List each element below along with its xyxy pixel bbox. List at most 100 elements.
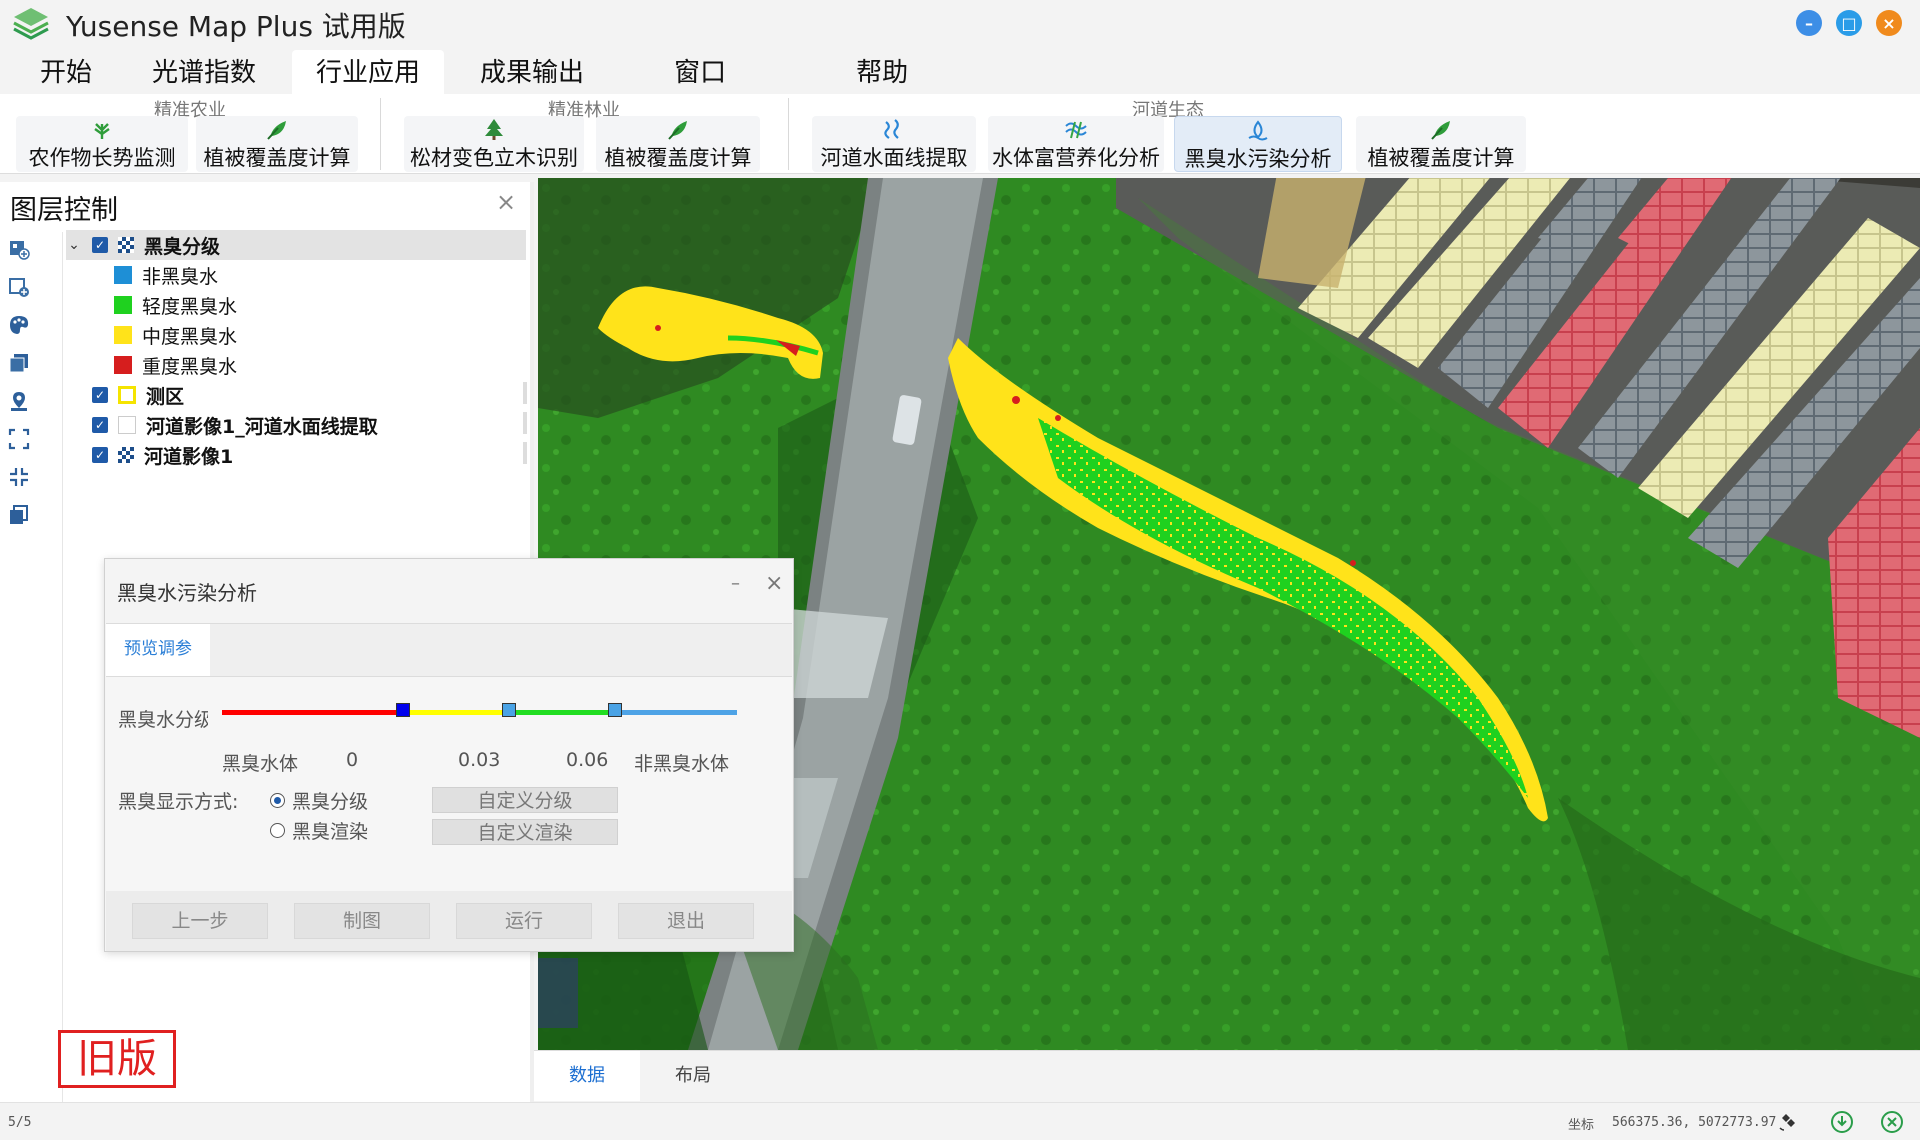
threshold-value-3: 0.06	[566, 749, 609, 771]
dialog-content: 黑臭水分级 黑臭水体 0 0.03 0.06 非黑臭水体 黑臭显示方式: 黑臭分…	[106, 677, 792, 892]
legend-label: 轻度黑臭水	[142, 295, 238, 318]
legend-swatch	[114, 356, 132, 374]
previous-step-button[interactable]: 上一步	[132, 903, 268, 939]
layer-label: 测区	[146, 385, 185, 408]
radio-grade[interactable]	[270, 793, 285, 808]
minimize-button[interactable]: –	[1796, 10, 1822, 36]
black-odorous-analysis-dialog: 黑臭水污染分析 – × 预览调参 黑臭水分级 黑臭水体 0 0.03 0.06 …	[104, 558, 794, 952]
ribbon-separator	[380, 98, 381, 170]
tab-output[interactable]: 成果输出	[456, 50, 608, 94]
status-bar: 5/5 坐标 566375.36, 5072773.97	[0, 1102, 1920, 1140]
scrollbar[interactable]	[523, 382, 527, 404]
tab-preview-params[interactable]: 预览调参	[106, 624, 210, 676]
panel-close-button[interactable]: ×	[496, 188, 516, 216]
layer-checkbox[interactable]: ✓	[92, 447, 108, 463]
radio-grade-label[interactable]: 黑臭分级	[292, 787, 368, 814]
app-window: Yusense Map Plus 试用版 – □ × 开始 光谱指数 行业应用 …	[0, 0, 1920, 1140]
coord-label: 坐标	[1568, 1118, 1595, 1133]
layer-river-waterline[interactable]: ✓ 河道影像1_河道水面线提取	[66, 410, 526, 440]
custom-grade-button[interactable]: 自定义分级	[432, 787, 618, 813]
grade-label: 黑臭水分级	[118, 709, 208, 731]
ribbon-separator	[788, 98, 789, 170]
locate-icon[interactable]	[8, 390, 30, 412]
layer-tool-strip	[0, 232, 38, 542]
add-vector-icon[interactable]	[8, 276, 30, 298]
zoom-in-icon[interactable]	[8, 466, 30, 488]
palette-icon[interactable]	[8, 314, 30, 336]
layer-checkbox[interactable]: ✓	[92, 237, 108, 253]
exit-button[interactable]: 退出	[618, 903, 754, 939]
scrollbar[interactable]	[523, 442, 527, 464]
settings-icon[interactable]	[1880, 1110, 1904, 1134]
view-tabs: 数据 布局	[534, 1050, 1920, 1102]
water-drop-icon	[1248, 120, 1268, 141]
threshold-low-label: 黑臭水体	[222, 753, 299, 775]
close-button[interactable]: ×	[1876, 10, 1902, 36]
layer-label: 黑臭分级	[144, 235, 221, 258]
raster-layer-icon	[118, 237, 134, 253]
grade-bar-mild	[509, 710, 615, 715]
ribbon-group-forestry: 精准林业 松材变色立木识别 植被覆盖度计算	[384, 94, 784, 174]
scrollbar[interactable]	[523, 412, 527, 434]
tab-industry-application[interactable]: 行业应用	[292, 50, 445, 94]
custom-render-button[interactable]: 自定义渲染	[432, 819, 618, 845]
vegetation-coverage-button[interactable]: 植被覆盖度计算	[1356, 116, 1526, 172]
layer-river-image[interactable]: ✓ 河道影像1	[66, 440, 526, 470]
layer-survey-area[interactable]: ✓ 测区	[66, 380, 526, 410]
threshold-handle-2[interactable]	[502, 703, 516, 717]
legend-item: 中度黑臭水	[66, 320, 526, 350]
eutrophication-button[interactable]: 水体富营养化分析	[988, 116, 1164, 172]
leaf-icon	[1431, 121, 1450, 140]
polygon-layer-icon	[118, 416, 136, 434]
run-button[interactable]: 运行	[456, 903, 592, 939]
vegetation-coverage-button[interactable]: 植被覆盖度计算	[596, 116, 760, 172]
menu-bar: 开始 光谱指数 行业应用 成果输出 窗口 帮助	[0, 50, 1920, 94]
grade-bar-normal	[615, 710, 737, 715]
threshold-high-label: 非黑臭水体	[634, 753, 730, 775]
zoom-extent-icon[interactable]	[8, 428, 30, 450]
threshold-handle-3[interactable]	[608, 703, 622, 717]
legend-item: 非黑臭水	[66, 260, 526, 290]
chevron-down-icon[interactable]: ⌄	[66, 237, 82, 253]
river-waterline-button[interactable]: 河道水面线提取	[812, 116, 976, 172]
legend-label: 重度黑臭水	[142, 355, 238, 378]
layer-label: 河道影像1	[144, 445, 234, 468]
tab-window[interactable]: 窗口	[650, 50, 750, 94]
maximize-button[interactable]: □	[1836, 10, 1862, 36]
grade-bar-moderate	[403, 710, 509, 715]
add-raster-icon[interactable]	[8, 238, 30, 260]
tab-start[interactable]: 开始	[16, 50, 116, 94]
legend-label: 中度黑臭水	[142, 325, 238, 348]
dialog-footer: 上一步 制图 运行 退出	[106, 891, 792, 951]
layer-checkbox[interactable]: ✓	[92, 417, 108, 433]
copy-icon[interactable]	[8, 504, 30, 526]
layer-black-odorous-grade[interactable]: ⌄ ✓ 黑臭分级	[66, 230, 526, 260]
black-odorous-water-button[interactable]: 黑臭水污染分析	[1174, 116, 1342, 172]
window-controls: – □ ×	[1796, 10, 1902, 36]
crop-growth-button[interactable]: 农作物长势监测	[16, 116, 188, 172]
layers-icon[interactable]	[8, 352, 30, 374]
layer-checkbox[interactable]: ✓	[92, 387, 108, 403]
tree-icon	[485, 119, 503, 140]
radio-render-label[interactable]: 黑臭渲染	[292, 817, 368, 844]
download-icon[interactable]	[1830, 1110, 1854, 1134]
pine-discolor-button[interactable]: 松材变色立木识别	[404, 116, 584, 172]
radio-render[interactable]	[270, 823, 285, 838]
dialog-title: 黑臭水污染分析	[117, 581, 257, 605]
tab-data[interactable]: 数据	[534, 1051, 640, 1101]
dialog-close-button[interactable]: ×	[765, 571, 783, 596]
vegetation-coverage-button[interactable]: 植被覆盖度计算	[196, 116, 358, 172]
tab-help[interactable]: 帮助	[832, 50, 932, 94]
tab-spectral-index[interactable]: 光谱指数	[128, 50, 280, 94]
threshold-handle-1[interactable]	[396, 703, 410, 717]
legend-item: 重度黑臭水	[66, 350, 526, 380]
dialog-minimize-button[interactable]: –	[731, 573, 740, 594]
tab-layout[interactable]: 布局	[640, 1051, 746, 1101]
map-making-button[interactable]: 制图	[294, 903, 430, 939]
grade-bar-severe	[222, 710, 403, 715]
legend-swatch	[114, 296, 132, 314]
raster-layer-icon	[118, 447, 134, 463]
app-logo-icon	[13, 8, 49, 40]
satellite-icon[interactable]	[1776, 1110, 1800, 1134]
polygon-layer-icon	[118, 386, 136, 404]
